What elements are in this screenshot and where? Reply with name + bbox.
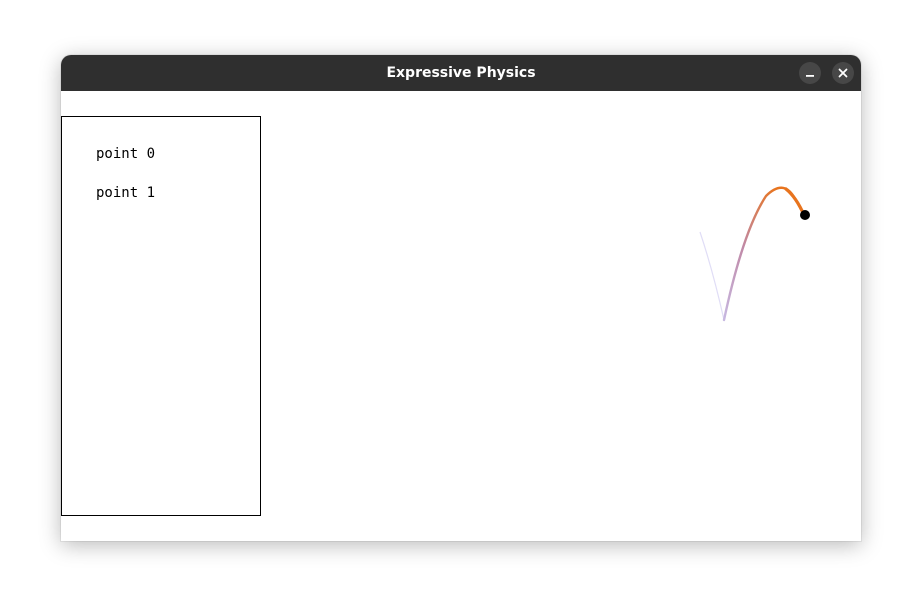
point-list-panel: point 0 point 1 bbox=[61, 116, 261, 516]
trajectory-trail bbox=[722, 186, 806, 322]
window-title: Expressive Physics bbox=[386, 65, 536, 81]
window-content: point 0 point 1 bbox=[61, 91, 861, 541]
trajectory-head bbox=[784, 187, 806, 217]
minimize-button[interactable] bbox=[799, 62, 821, 84]
physics-body[interactable] bbox=[800, 210, 810, 220]
minimize-icon bbox=[806, 75, 814, 77]
close-icon bbox=[838, 68, 848, 78]
close-button[interactable] bbox=[832, 62, 854, 84]
trajectory-tail bbox=[699, 231, 725, 321]
point-list-item[interactable]: point 1 bbox=[96, 185, 155, 201]
titlebar[interactable]: Expressive Physics bbox=[61, 55, 861, 91]
point-list-item[interactable]: point 0 bbox=[96, 146, 155, 162]
app-window: Expressive Physics point 0 point 1 bbox=[61, 55, 861, 541]
